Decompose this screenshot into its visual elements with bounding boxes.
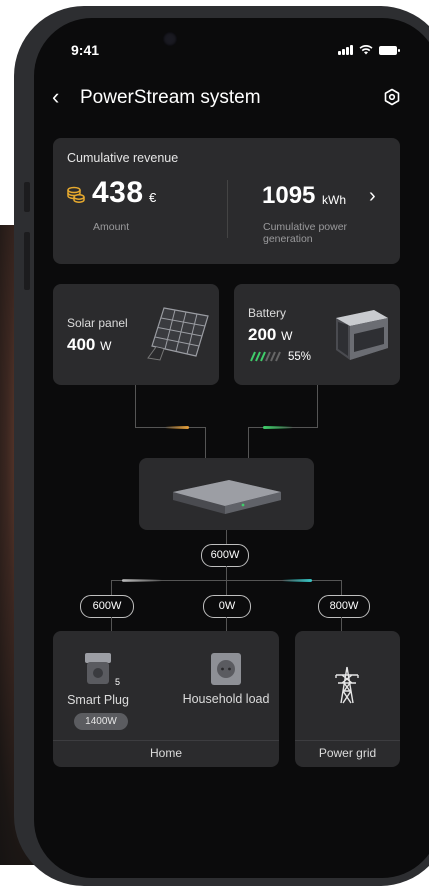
battery-power: 200 W — [248, 325, 293, 344]
status-time: 9:41 — [71, 42, 100, 58]
side-button — [24, 182, 30, 212]
smart-plug-label: Smart Plug — [67, 693, 129, 707]
home-connector — [111, 617, 112, 631]
battery-percentage: 55% — [288, 351, 312, 363]
amount-value: 438 — [92, 176, 144, 209]
solar-label: Solar panel — [67, 316, 128, 330]
household-connector — [226, 617, 227, 631]
bus-drop-left — [111, 580, 112, 595]
solar-panel-icon — [147, 307, 209, 361]
power-grid-card[interactable]: Power grid — [295, 631, 400, 767]
cellular-signal-icon — [338, 45, 353, 55]
page-title: PowerStream system — [80, 87, 261, 108]
bus-drop-right — [341, 580, 342, 595]
solar-flow-indicator — [165, 426, 189, 429]
volume-button — [24, 232, 30, 290]
revenue-title: Cumulative revenue — [67, 151, 179, 165]
battery-connector-down — [248, 427, 249, 458]
household-load-label: Household load — [182, 692, 270, 706]
grid-divider — [295, 740, 400, 741]
smart-plug-power-badge: 1400W — [74, 713, 128, 730]
transmission-tower-icon — [335, 666, 359, 704]
battery-label: Battery — [248, 306, 287, 320]
smart-plug-icon — [85, 653, 111, 684]
battery-level-icon — [250, 351, 281, 362]
inverter-device-icon — [173, 480, 281, 514]
bus-drop-middle — [226, 580, 227, 595]
home-output-badge: 600W — [80, 595, 134, 618]
front-camera — [163, 32, 177, 46]
status-icons — [338, 44, 400, 55]
home-card[interactable]: 5 Smart Plug 1400W Household load Home — [53, 631, 279, 767]
battery-card[interactable]: Battery 200 W 55% — [234, 284, 400, 385]
generation-label: Cumulative power generation — [263, 221, 348, 245]
household-output-badge: 0W — [203, 595, 251, 618]
inverter-output-badge: 600W — [201, 544, 249, 567]
amount-unit: € — [149, 190, 157, 205]
battery-connector — [317, 385, 318, 427]
generation-unit: kWh — [322, 193, 346, 207]
grid-connector — [341, 617, 342, 631]
revenue-card[interactable]: Cumulative revenue 438 € Amount 1095 kWh… — [53, 138, 400, 264]
chevron-right-icon[interactable]: › — [369, 185, 376, 208]
power-grid-label: Power grid — [318, 746, 377, 760]
inverter-card[interactable] — [139, 458, 314, 530]
portable-battery-icon — [336, 310, 388, 360]
home-flow-indicator — [122, 579, 162, 582]
wall-socket-icon — [211, 653, 241, 685]
generation-value: 1095 — [262, 182, 316, 209]
solar-connector — [135, 385, 136, 427]
home-label: Home — [149, 746, 182, 760]
solar-power: 400 W — [67, 335, 112, 354]
revenue-divider — [227, 180, 228, 238]
home-divider — [53, 740, 279, 741]
inverter-connector-down — [226, 566, 227, 580]
inverter-connector — [226, 530, 227, 544]
amount-label: Amount — [93, 221, 130, 233]
back-chevron-icon[interactable]: ‹ — [52, 86, 59, 108]
grid-output-badge: 800W — [318, 595, 370, 618]
solar-panel-card[interactable]: Solar panel 400 W — [53, 284, 219, 385]
battery-status-icon — [379, 46, 400, 55]
grid-flow-indicator — [282, 579, 312, 582]
smart-plug-count: 5 — [115, 677, 121, 687]
coins-icon — [67, 186, 85, 203]
battery-flow-indicator — [263, 426, 293, 429]
settings-icon[interactable] — [383, 88, 401, 106]
wifi-icon — [359, 45, 373, 55]
solar-connector-down — [205, 427, 206, 458]
